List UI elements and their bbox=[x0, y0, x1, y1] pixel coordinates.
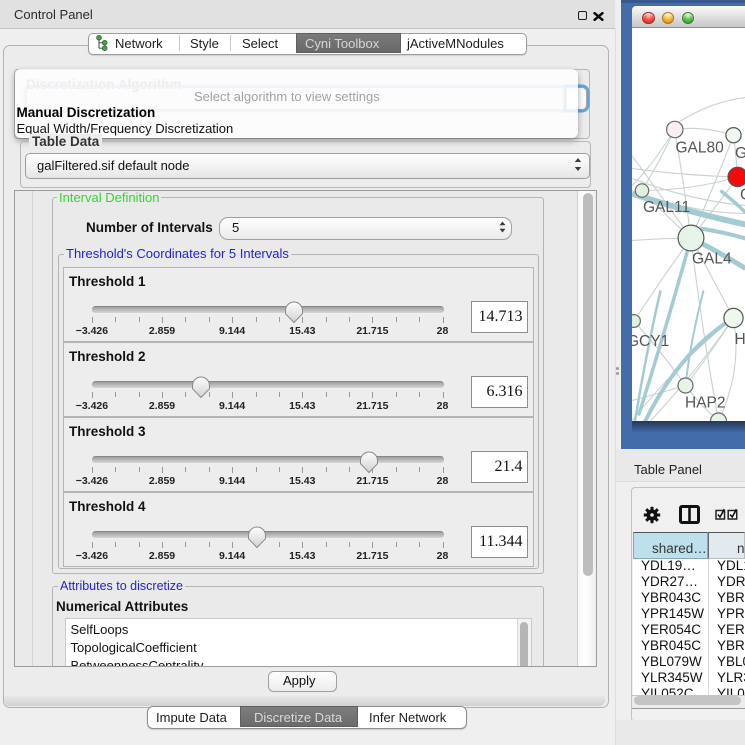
svg-text:GCY1: GCY1 bbox=[632, 333, 669, 350]
svg-text:GAL4: GAL4 bbox=[692, 250, 732, 267]
svg-text:GAL11: GAL11 bbox=[643, 199, 690, 216]
svg-text:C: C bbox=[740, 186, 745, 203]
svg-text:H: H bbox=[734, 331, 745, 348]
svg-text:HAP2: HAP2 bbox=[685, 394, 726, 411]
svg-text:GAL80: GAL80 bbox=[675, 139, 724, 156]
svg-text:GA: GA bbox=[735, 145, 745, 162]
